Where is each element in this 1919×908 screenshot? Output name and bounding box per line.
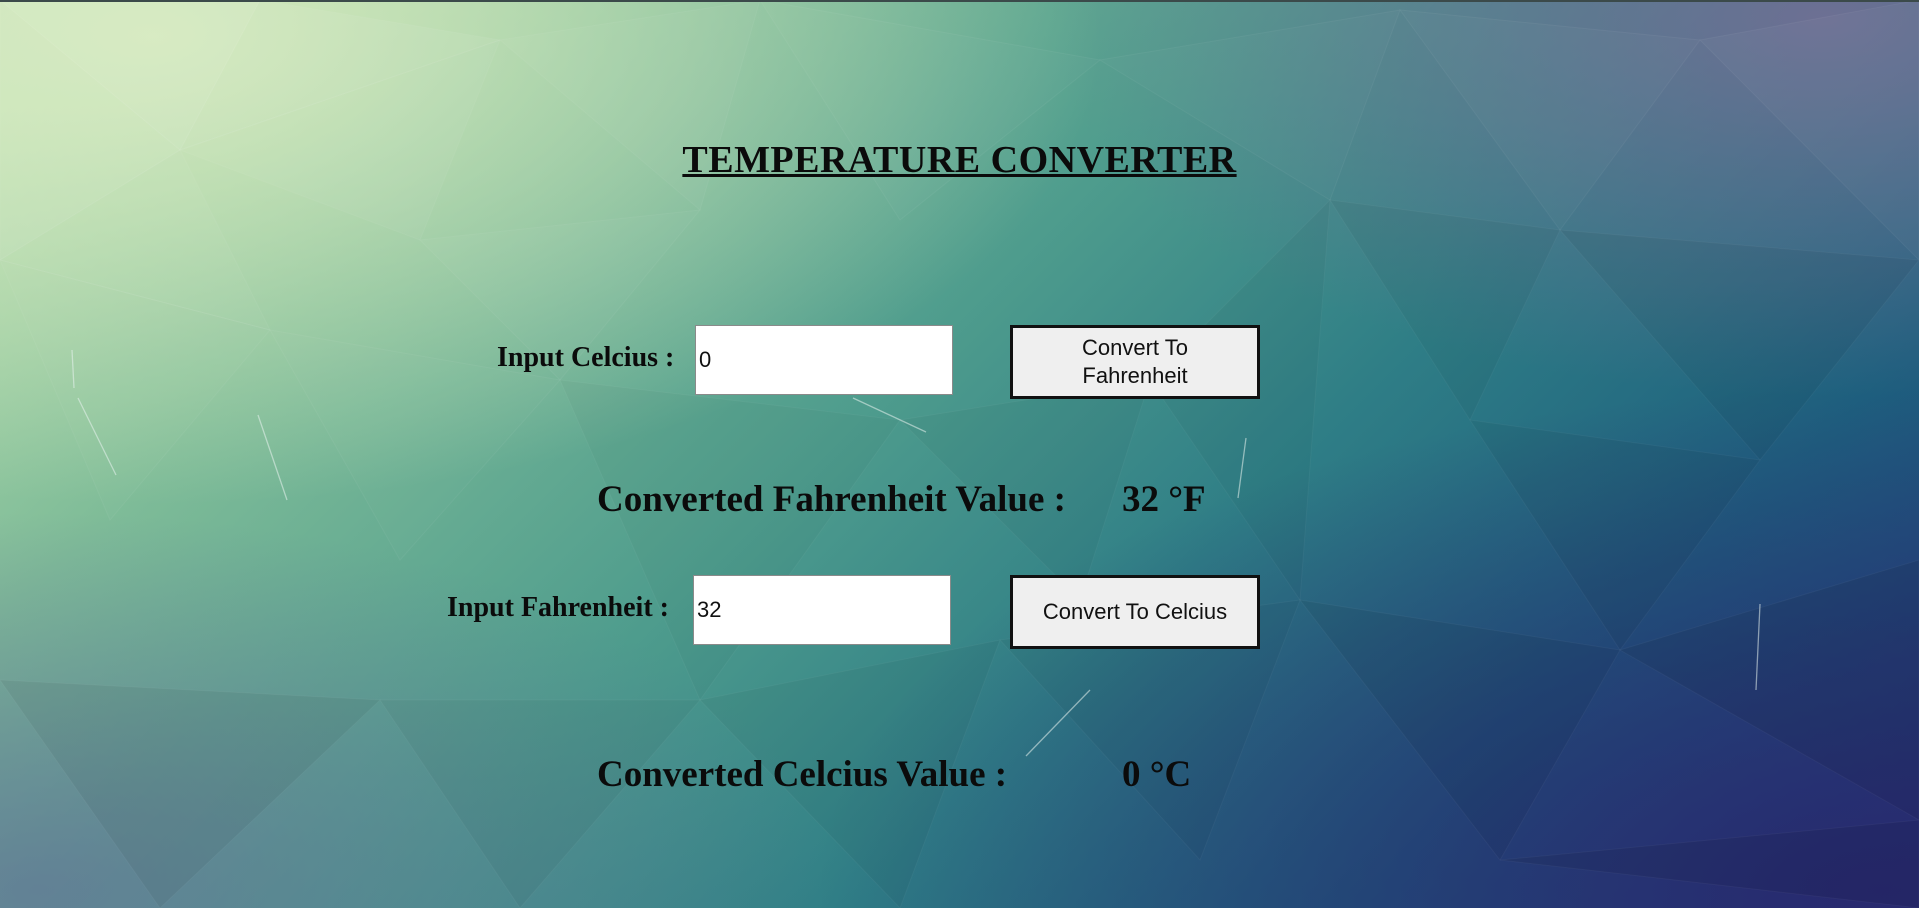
page-title: TEMPERATURE CONVERTER (682, 139, 1237, 181)
fahrenheit-result-label: Converted Fahrenheit Value : (597, 479, 1067, 520)
fahrenheit-result-value: 32 °F (1122, 479, 1206, 520)
convert-to-celsius-button[interactable]: Convert To Celcius (1010, 575, 1260, 649)
celsius-result-label: Converted Celcius Value : (597, 754, 1008, 795)
celsius-input-label: Input Celcius : (497, 342, 675, 373)
celsius-input[interactable] (695, 325, 953, 395)
top-border (0, 0, 1919, 2)
celsius-result-value: 0 °C (1122, 754, 1192, 795)
fahrenheit-input-label: Input Fahrenheit : (447, 592, 669, 623)
fahrenheit-input[interactable] (693, 575, 951, 645)
convert-to-fahrenheit-button[interactable]: Convert To Fahrenheit (1010, 325, 1260, 399)
